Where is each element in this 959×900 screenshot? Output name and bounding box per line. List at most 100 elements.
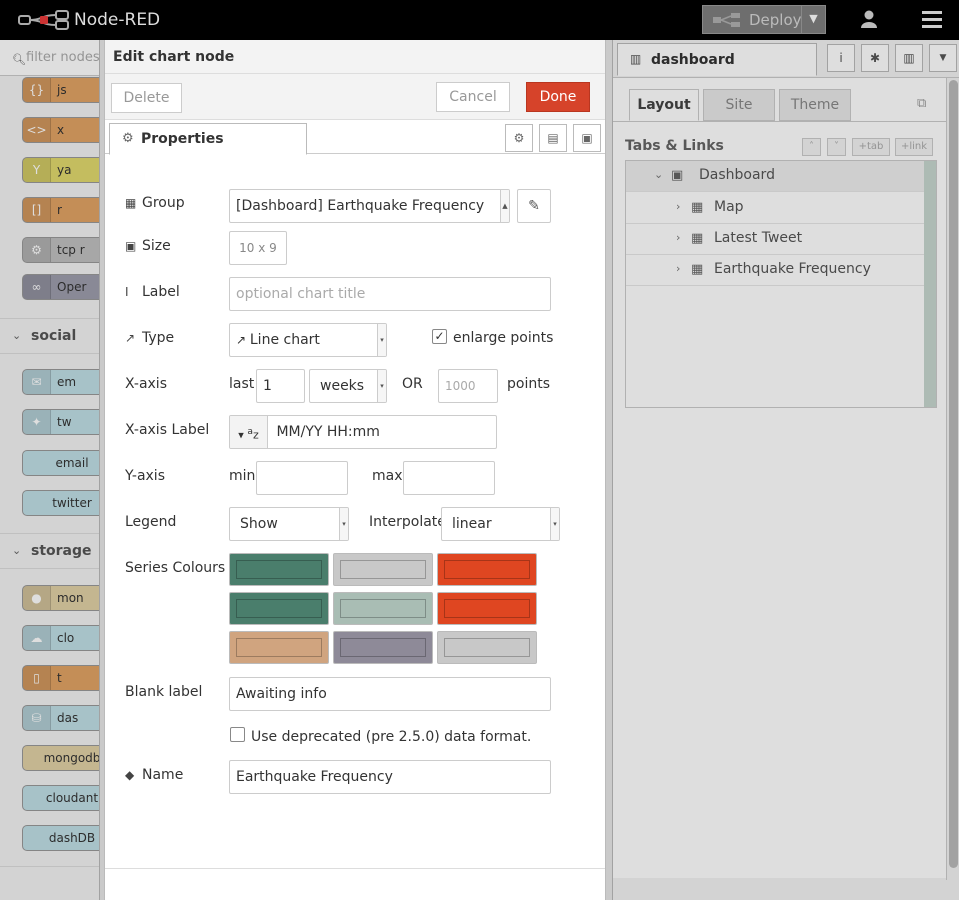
deprecated-format-checkbox[interactable]	[230, 727, 245, 742]
max-label: max	[372, 468, 403, 484]
series-colour-swatch[interactable]	[333, 592, 433, 625]
palette-node[interactable]: ⚙ tcp r	[22, 237, 99, 263]
resize-icon: ▣	[125, 239, 137, 253]
scrollbar-thumb[interactable]	[949, 80, 958, 868]
frame-icon: ▣	[671, 168, 684, 183]
interpolate-label: Interpolate	[369, 514, 446, 530]
xaxis-format-input[interactable]: ▾ az MM/YY HH:mm	[229, 415, 497, 449]
palette-category[interactable]	[0, 866, 99, 900]
text-cursor-icon: I	[125, 285, 129, 299]
tree-row-dashboard-tab[interactable]: ⌄ ▣ Dashboard	[626, 161, 924, 192]
sidebar-scrollbar[interactable]	[946, 78, 959, 880]
palette-category-social[interactable]: ⌄ social	[0, 318, 99, 354]
palette-node[interactable]: ⛁ das	[22, 705, 99, 731]
series-colours-label: Series Colours	[125, 560, 226, 576]
palette-node[interactable]: <> x	[22, 117, 99, 143]
series-colour-swatch[interactable]	[437, 631, 537, 664]
add-link-button[interactable]: +link	[895, 138, 933, 156]
user-icon[interactable]	[859, 9, 879, 29]
palette-search[interactable]: 🔍︎ filter nodes	[0, 40, 99, 76]
palette-node[interactable]: {} js	[22, 77, 99, 103]
title-input[interactable]: optional chart title	[229, 277, 551, 311]
twitter-icon: ✦	[23, 410, 51, 434]
series-colour-swatch[interactable]	[333, 553, 433, 586]
deploy-dropdown-icon[interactable]: ▼	[801, 6, 825, 33]
palette-node[interactable]: ☁ clo	[22, 625, 99, 651]
tree-scrollbar[interactable]	[924, 161, 936, 407]
tree-row-group[interactable]: › ▦ Earthquake Frequency	[626, 255, 924, 286]
palette-category-storage[interactable]: ⌄ storage	[0, 533, 99, 569]
collapse-up-button[interactable]: ˄	[802, 138, 821, 156]
palette-node[interactable]: mongodb	[22, 745, 99, 771]
node-settings-button[interactable]: ⚙	[505, 124, 533, 152]
interpolate-select[interactable]: linear ▾	[441, 507, 560, 541]
series-colour-swatch[interactable]	[333, 631, 433, 664]
ymax-input[interactable]	[403, 461, 495, 495]
series-colour-swatch[interactable]	[229, 553, 329, 586]
palette-node[interactable]: dashDB	[22, 825, 99, 851]
palette-node[interactable]: ▯ t	[22, 665, 99, 691]
chevron-down-icon: ▼	[939, 53, 947, 63]
node-appearance-button[interactable]: ▣	[573, 124, 601, 152]
chevron-right-icon[interactable]: ›	[676, 231, 680, 244]
ymin-input[interactable]	[256, 461, 348, 495]
tag-icon: ◆	[125, 768, 135, 782]
palette-node[interactable]: ∞ Oper	[22, 274, 99, 300]
palette-node[interactable]: ✉ em	[22, 369, 99, 395]
swatch-inner	[236, 560, 322, 579]
chevron-right-icon[interactable]: ›	[676, 262, 680, 275]
debug-tab-button[interactable]: ✱	[861, 44, 889, 72]
type-select[interactable]: ↗ Line chart ▾	[229, 323, 387, 357]
tab-layout[interactable]: Layout	[629, 89, 699, 121]
size-button[interactable]: 10 x 9	[229, 231, 287, 265]
series-colour-swatch[interactable]	[229, 631, 329, 664]
node-description-button[interactable]: ▤	[539, 124, 567, 152]
palette-node[interactable]: Yya	[22, 157, 99, 183]
tab-dashboard[interactable]: ▥ dashboard	[617, 43, 817, 76]
palette-node[interactable]: cloudant	[22, 785, 99, 811]
sidebar-tabs-menu-button[interactable]: ▼	[929, 44, 957, 72]
expand-down-button[interactable]: ˅	[827, 138, 846, 156]
add-tab-button[interactable]: +tab	[852, 138, 890, 156]
dashboard-tab-button[interactable]: ▥	[895, 44, 923, 72]
tab-site[interactable]: Site	[703, 89, 775, 121]
info-tab-button[interactable]: i	[827, 44, 855, 72]
cancel-button[interactable]: Cancel	[436, 82, 510, 112]
chevron-right-icon[interactable]: ›	[676, 200, 680, 213]
xaxis-label: X-axis	[125, 376, 167, 392]
time-unit-select[interactable]: weeks ▾	[309, 369, 387, 403]
last-value-input[interactable]: 1	[256, 369, 305, 403]
title-label: I Label	[125, 284, 180, 300]
palette-node[interactable]: twitter	[22, 490, 99, 516]
edit-group-button[interactable]: ✎	[517, 189, 551, 223]
tree-row-group[interactable]: › ▦ Latest Tweet	[626, 224, 924, 255]
chevron-down-icon[interactable]: ⌄	[654, 168, 663, 181]
palette-node[interactable]: [] r	[22, 197, 99, 223]
palette-node[interactable]: email	[22, 450, 99, 476]
points-input[interactable]: 1000	[438, 369, 498, 403]
name-input[interactable]: Earthquake Frequency	[229, 760, 551, 794]
xaxis-format-label: X-axis Label	[125, 422, 210, 438]
blank-label-input[interactable]: Awaiting info	[229, 677, 551, 711]
deploy-button[interactable]: Deploy ▼	[702, 5, 826, 34]
tab-theme[interactable]: Theme	[779, 89, 851, 121]
legend-select[interactable]: Show ▾	[229, 507, 349, 541]
done-button[interactable]: Done	[526, 82, 590, 112]
series-colour-swatch[interactable]	[437, 553, 537, 586]
tab-properties[interactable]: ⚙ Properties	[109, 123, 307, 155]
external-link-icon[interactable]: ⧉	[917, 96, 926, 111]
main-menu-icon[interactable]	[922, 11, 942, 29]
string-type-icon[interactable]: ▾ az	[230, 416, 268, 448]
palette-node[interactable]: ● mon	[22, 585, 99, 611]
series-colour-swatch[interactable]	[437, 592, 537, 625]
enlarge-points-checkbox[interactable]: ✓	[432, 329, 447, 344]
chevron-down-icon: ▾	[550, 508, 559, 540]
link-icon: ∞	[23, 275, 51, 299]
palette-node[interactable]: ✦ tw	[22, 409, 99, 435]
tray-title: Edit chart node	[113, 49, 235, 65]
tree-row-group[interactable]: › ▦ Map	[626, 193, 924, 224]
group-select[interactable]: [Dashboard] Earthquake Frequency ▲	[229, 189, 510, 223]
series-colour-swatch[interactable]	[229, 592, 329, 625]
palette-search-input[interactable]: filter nodes	[26, 50, 99, 65]
delete-button[interactable]: Delete	[111, 83, 182, 113]
